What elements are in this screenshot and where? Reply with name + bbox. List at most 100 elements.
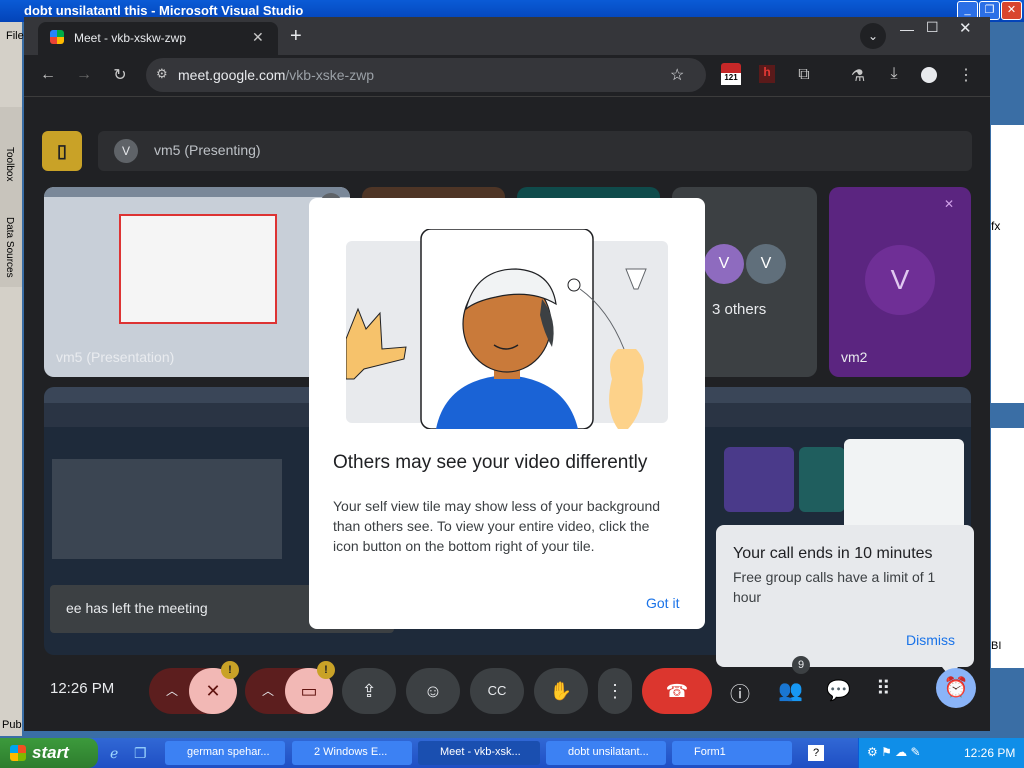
windows-logo-icon: [10, 745, 26, 761]
extensions-puzzle-icon[interactable]: ⧉: [792, 66, 816, 84]
call-limit-title: Your call ends in 10 minutes: [733, 545, 933, 562]
meet-door-icon[interactable]: ▯: [42, 131, 82, 171]
browser-toolbar: ← → ↻ ⚙ meet.google.com/vkb-xske-zwp ☆ 1…: [24, 55, 990, 97]
presentation-tile[interactable]: vm5 (Presentation) ✕: [44, 187, 350, 377]
address-bar[interactable]: ⚙ meet.google.com/vkb-xske-zwp ☆: [146, 58, 706, 92]
window-minimize-icon[interactable]: —: [900, 21, 914, 37]
leave-call-button[interactable]: ☎: [642, 668, 712, 714]
vs-bi-label: BI: [991, 640, 1002, 652]
site-settings-icon[interactable]: ⚙: [156, 66, 168, 82]
taskbar-item-4[interactable]: dobt unsilatant...: [546, 741, 666, 765]
people-count-badge: 9: [792, 656, 810, 674]
presenting-bar: V vm5 (Presenting): [98, 131, 972, 171]
bookmark-star-icon[interactable]: ☆: [670, 65, 684, 85]
camera-alert-badge: !: [317, 661, 335, 679]
emoji-reactions-button[interactable]: ☺: [406, 668, 460, 714]
vm2-tile[interactable]: V vm2 ✕: [829, 187, 971, 377]
mic-alert-badge: !: [221, 661, 239, 679]
vs-left-panel: File Toolbox Data Sources Pub: [0, 22, 24, 736]
presentation-caption: vm5 (Presentation): [56, 349, 175, 365]
back-icon[interactable]: ←: [36, 66, 60, 84]
vs-file-menu[interactable]: File: [6, 30, 24, 42]
taskbar-item-label: dobt unsilatant...: [568, 746, 649, 758]
nested-meet-grid: [52, 459, 282, 559]
tab-close-icon[interactable]: ✕: [252, 29, 264, 46]
quicklaunch-icon[interactable]: ❐: [134, 745, 147, 762]
profile-avatar-icon[interactable]: [921, 67, 937, 83]
tray-clock: 12:26 PM: [964, 746, 1016, 760]
vs-toolbox-tab[interactable]: Toolbox: [4, 147, 15, 181]
taskbar-item-label: german spehar...: [187, 746, 270, 758]
vs-data-sources-tab[interactable]: Data Sources: [4, 217, 15, 278]
h-extension-icon[interactable]: h: [759, 65, 775, 83]
taskbar-item-1[interactable]: german spehar...: [165, 741, 285, 765]
toast-text: ee has left the meeting: [66, 600, 208, 616]
meeting-clock: 12:26 PM: [50, 680, 115, 697]
vs-properties-panel: fx: [991, 125, 1024, 403]
windows-taskbar: start ℯ ❐ german spehar... 2 Windows E..…: [0, 738, 1024, 768]
nested-tile: [724, 447, 794, 512]
meeting-info-icon[interactable]: ⓘ: [730, 678, 750, 707]
window-maximize-icon[interactable]: ☐: [926, 19, 939, 36]
vs-fx-label: fx: [991, 219, 1001, 233]
tab-title: Meet - vkb-xskw-zwp: [74, 31, 187, 45]
call-limit-body: Free group calls have a limit of 1 hour: [733, 569, 936, 605]
presentation-shared-window: [119, 214, 277, 324]
taskbar-item-label: Form1: [694, 746, 726, 758]
dialog-body: Your self view tile may show less of you…: [333, 498, 661, 554]
vs-close-button[interactable]: ✕: [1001, 1, 1022, 20]
self-view-dialog: Others may see your video differently Yo…: [309, 198, 705, 629]
calendar-extension-icon[interactable]: 121: [721, 63, 743, 89]
presentation-topbar: [44, 187, 350, 197]
activities-grid-icon[interactable]: ⠿: [876, 676, 891, 701]
url-host: meet.google.com: [178, 67, 286, 83]
chat-icon[interactable]: 💬: [826, 678, 851, 703]
taskbar-item-3[interactable]: Meet - vkb-xsk...: [418, 741, 540, 765]
vs-side-tabs: Toolbox Data Sources: [0, 107, 22, 287]
others-avatar-2: V: [746, 244, 786, 284]
camera-options-chevron-icon[interactable]: ︿: [255, 668, 281, 714]
labs-flask-icon[interactable]: ⚗: [846, 66, 870, 86]
dismiss-button[interactable]: Dismiss: [906, 632, 955, 648]
dialog-title: Others may see your video differently: [333, 452, 648, 473]
download-icon[interactable]: ⤓: [882, 65, 906, 83]
nested-chat-panel: [844, 439, 964, 535]
extension-badge: 121: [721, 73, 741, 85]
presenting-label: vm5 (Presenting): [154, 142, 261, 158]
tab-search-icon[interactable]: ⌄: [860, 23, 886, 49]
taskbar-item-5[interactable]: Form1: [672, 741, 792, 765]
others-label: 3 others: [712, 301, 767, 318]
more-options-button[interactable]: ⋮: [598, 668, 632, 714]
taskbar-item-label: Meet - vkb-xsk...: [440, 746, 521, 758]
taskbar-item-2[interactable]: 2 Windows E...: [292, 741, 412, 765]
vs-output-panel: BI: [991, 428, 1024, 668]
captions-button[interactable]: CC: [470, 668, 524, 714]
new-tab-icon[interactable]: +: [290, 25, 302, 48]
tab-strip: Meet - vkb-xskw-zwp ✕ + ⌄ — ☐ ✕: [24, 17, 990, 55]
present-screen-button[interactable]: ⇪: [342, 668, 396, 714]
forward-icon[interactable]: →: [72, 66, 96, 84]
browser-tab[interactable]: Meet - vkb-xskw-zwp ✕: [38, 22, 278, 55]
others-avatar-1: V: [704, 244, 744, 284]
vs-pub-label: Pub: [2, 719, 22, 731]
ie-quicklaunch-icon[interactable]: ℯ: [110, 745, 118, 762]
system-tray: ⚙ ⚑ ☁ ✎ 12:26 PM: [858, 738, 1024, 768]
call-limit-notice: Your call ends in 10 minutes Free group …: [716, 525, 974, 677]
vs-right-area: fx BI: [991, 22, 1024, 736]
meet-control-bar: 12:26 PM ︿ ✕ ! ︿ ▭ ! ⇪ ☺ CC ✋ ⋮ ☎ ⓘ 👥 9 …: [24, 656, 990, 716]
raise-hand-button[interactable]: ✋: [534, 668, 588, 714]
illustration-svg: [346, 229, 647, 429]
reload-icon[interactable]: ↻: [108, 65, 132, 85]
start-label: start: [32, 743, 69, 762]
window-close-icon[interactable]: ✕: [959, 19, 972, 37]
got-it-button[interactable]: Got it: [646, 595, 679, 611]
people-icon[interactable]: 👥: [778, 678, 803, 703]
help-tray-icon[interactable]: ?: [808, 745, 824, 761]
mic-options-chevron-icon[interactable]: ︿: [159, 668, 185, 714]
timer-alarm-icon[interactable]: ⏰: [936, 668, 976, 708]
start-button[interactable]: start: [0, 738, 98, 768]
vs-window-title: dobt unsilatantl this - Microsoft Visual…: [24, 3, 304, 18]
vm2-avatar: V: [865, 245, 935, 315]
tray-icons[interactable]: ⚙ ⚑ ☁ ✎: [867, 745, 921, 759]
chrome-menu-icon[interactable]: ⋮: [954, 65, 978, 85]
